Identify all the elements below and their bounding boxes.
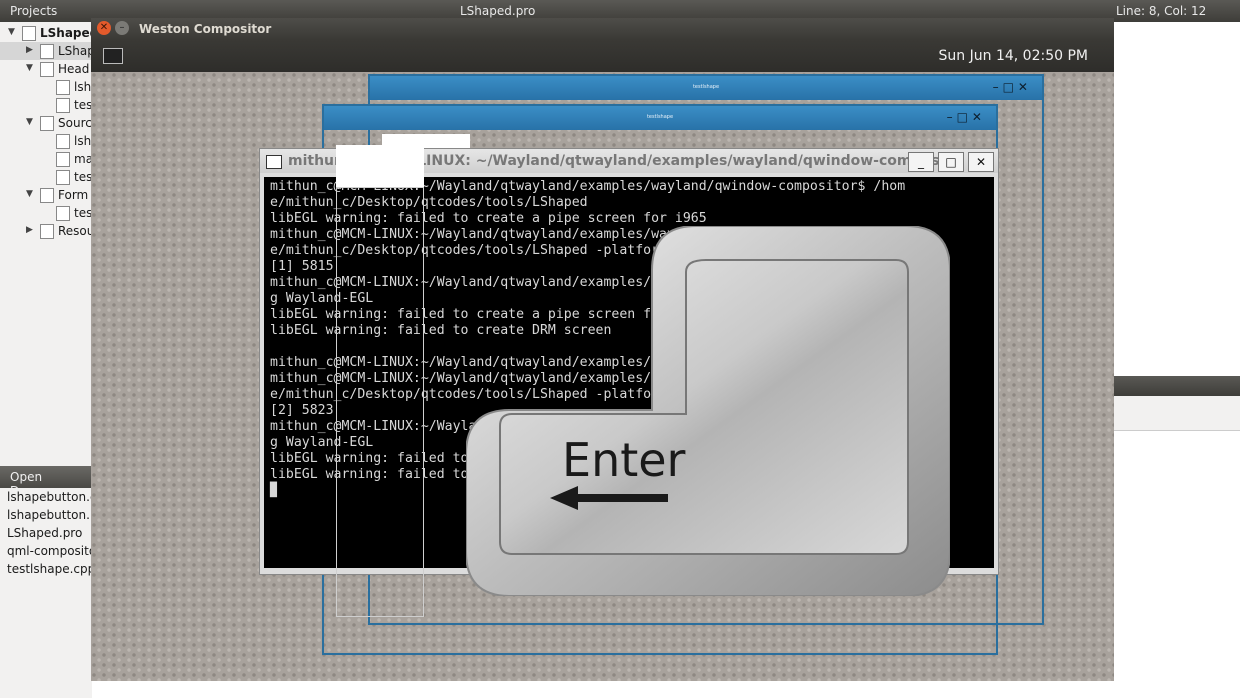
tree-item-label: tes [74,170,93,184]
output-pane-bar [1114,376,1240,396]
tree-item[interactable]: tes [0,168,92,186]
headers-folder-icon [40,62,54,77]
tree-item[interactable]: tes [0,96,92,114]
tree-item-label: LShaped [40,26,99,40]
expand-arrow-icon[interactable]: ▼ [8,27,15,37]
lshape-widget-top-back [382,134,470,148]
ui-file-icon [56,206,70,221]
panel-clock: Sun Jun 14, 02:50 PM [938,48,1088,64]
tree-item-label: Resou [58,224,95,238]
tree-item[interactable]: tes [0,204,92,222]
minimize-button[interactable]: _ [908,152,934,172]
cpp-file-icon [56,134,70,149]
tree-item-label: lsh [74,80,92,94]
client-window-titlebar[interactable]: testlshape –□✕ [370,76,1042,100]
tree-item[interactable]: lsh [0,78,92,96]
tree-item-label: lsh [74,134,92,148]
output-pane [1114,396,1240,431]
header-file-icon [56,80,70,95]
tree-item-label: Form [58,188,89,202]
tree-item[interactable]: lsh [0,132,92,150]
close-button[interactable]: ✕ [968,152,994,172]
maximize-button[interactable]: □ [938,152,964,172]
collapse-arrow-icon[interactable]: ▶ [26,225,33,235]
open-document-item[interactable]: LShaped.pro [7,526,92,540]
header-file-icon [56,98,70,113]
editor-area [1114,22,1240,698]
resources-folder-icon [40,224,54,239]
tree-item[interactable]: ▼ Head [0,60,92,78]
tree-item[interactable]: ▶ LShap [0,42,95,60]
sources-folder-icon [40,116,54,131]
tree-item-label: Sourc [58,116,92,130]
collapse-arrow-icon[interactable]: ▶ [26,45,33,55]
expand-arrow-icon[interactable]: ▼ [26,189,33,199]
tree-item[interactable]: ma [0,150,93,168]
tree-item-label: LShap [58,44,95,58]
client-window-titlebar[interactable]: testlshape –□✕ [324,106,996,130]
cursor-position: Line: 8, Col: 12 [1116,4,1207,18]
file-tab[interactable]: LShaped.pro [460,4,535,18]
cpp-file-icon [56,152,70,167]
tree-item[interactable]: ▶ Resou [0,222,95,240]
expand-arrow-icon[interactable]: ▼ [26,117,33,127]
tree-item-label: tes [74,206,93,220]
tree-item[interactable]: ▼ Sourc [0,114,92,132]
tree-item[interactable]: ▼ LShaped [0,24,98,42]
pro-file-icon [40,44,54,59]
open-document-item[interactable]: qml-composito [7,544,92,558]
terminal-launcher-icon[interactable] [103,48,123,64]
projects-label: Projects [10,4,58,18]
enter-key-overlay: Enter [466,226,950,596]
tree-item-label: tes [74,98,93,112]
expand-arrow-icon[interactable]: ▼ [26,63,33,73]
cpp-file-icon [56,170,70,185]
tree-item-label: Head [58,62,90,76]
enter-key-label: Enter [562,433,686,487]
weston-titlebar: ✕ – Weston Compositor [91,18,1114,40]
minimize-icon[interactable]: – [115,21,129,35]
weston-title: Weston Compositor [139,22,272,36]
project-icon [22,26,36,41]
open-document-item[interactable]: lshapebutton.h [7,508,92,522]
tree-item[interactable]: ▼ Form [0,186,92,204]
terminal-icon [266,155,282,169]
status-strip [92,680,1114,698]
window-controls[interactable]: –□✕ [993,80,1032,94]
open-documents-header: Open Docume [0,466,92,498]
forms-folder-icon [40,188,54,203]
window-controls[interactable]: –□✕ [947,110,986,124]
lshape-widget-outline [336,187,424,617]
weston-panel: Sun Jun 14, 02:50 PM [91,40,1114,72]
open-document-item[interactable]: testlshape.cpp [7,562,92,576]
client-window-title: testlshape [692,84,720,90]
open-document-item[interactable]: lshapebutton.c [7,490,92,504]
client-window-title: testlshape [646,114,674,120]
lshape-widget-top[interactable] [336,145,424,187]
close-icon[interactable]: ✕ [97,21,111,35]
